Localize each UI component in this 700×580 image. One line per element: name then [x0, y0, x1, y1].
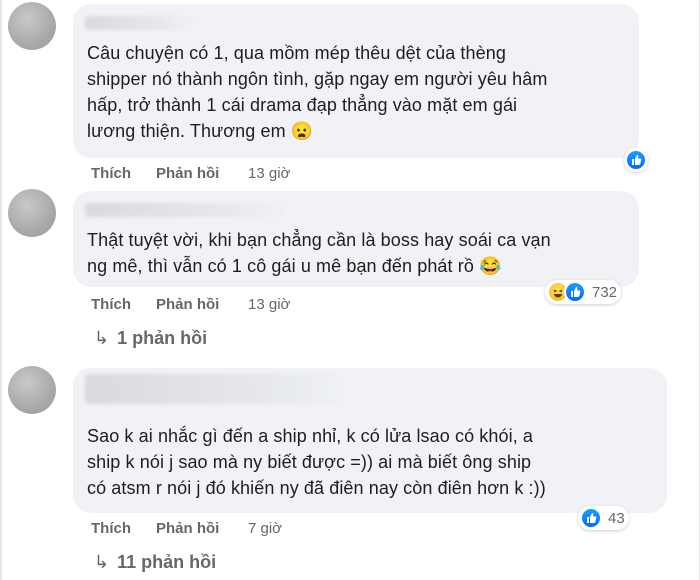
- comment-bubble: Thật tuyệt vời, khi bạn chẳng cần là bos…: [73, 191, 639, 287]
- comment-line: ship k nói j sao mà ny biết được =)) ai …: [87, 452, 532, 472]
- reaction-summary[interactable]: [624, 148, 648, 172]
- author-name-blurred[interactable]: [85, 374, 345, 404]
- timestamp[interactable]: 7 giờ: [248, 520, 282, 537]
- like-link[interactable]: Thích: [91, 296, 131, 313]
- like-reaction-icon: [564, 281, 586, 303]
- view-replies-button[interactable]: ↳ 1 phản hồi: [94, 328, 207, 349]
- timestamp[interactable]: 13 giờ: [248, 296, 290, 313]
- reply-arrow-icon: ↳: [94, 552, 110, 572]
- avatar[interactable]: [8, 2, 56, 50]
- reply-link[interactable]: Phản hồi: [156, 165, 219, 182]
- comment-line: Sao k ai nhắc gì đến a ship nhỉ, k có lử…: [87, 426, 534, 446]
- reply-arrow-icon: ↳: [94, 328, 110, 348]
- like-reaction-icon: [625, 149, 647, 171]
- comment-line: Thật tuyệt vời, khi bạn chẳng cần là bos…: [87, 230, 551, 250]
- left-border: [0, 0, 2, 580]
- like-link[interactable]: Thích: [91, 165, 131, 182]
- comment-line: hấp, trở thành 1 cái drama đạp thẳng vào…: [87, 95, 518, 115]
- reply-link[interactable]: Phản hồi: [156, 296, 219, 313]
- author-name-blurred[interactable]: [85, 203, 285, 217]
- comment-text: Câu chuyện có 1, qua mồm mép thêu dệt củ…: [87, 40, 625, 144]
- comment-bubble: Sao k ai nhắc gì đến a ship nhỉ, k có lử…: [73, 368, 667, 513]
- reaction-count: 43: [608, 509, 625, 527]
- like-link[interactable]: Thích: [91, 520, 131, 537]
- comment-text: Sao k ai nhắc gì đến a ship nhỉ, k có lử…: [87, 423, 653, 501]
- like-reaction-icon: [580, 507, 602, 529]
- comment-line: lương thiện. Thương em 😦: [87, 121, 314, 141]
- avatar[interactable]: [8, 366, 56, 414]
- replies-count-label: 1 phản hồi: [117, 328, 208, 348]
- view-replies-button[interactable]: ↳ 11 phản hồi: [94, 552, 216, 573]
- reaction-summary[interactable]: 43: [578, 506, 629, 530]
- reply-link[interactable]: Phản hồi: [156, 520, 219, 537]
- reaction-count: 732: [592, 283, 618, 301]
- timestamp[interactable]: 13 giờ: [248, 165, 290, 182]
- comment-line: Câu chuyện có 1, qua mồm mép thêu dệt củ…: [87, 43, 506, 63]
- comment-line: có atsm r nói j đó khiến ny đã điên nay …: [87, 478, 546, 498]
- avatar[interactable]: [8, 189, 56, 237]
- comment-bubble: Câu chuyện có 1, qua mồm mép thêu dệt củ…: [73, 4, 648, 172]
- comment-line: ng mê, thì vẫn có 1 cô gái u mê bạn đến …: [87, 256, 502, 276]
- reaction-summary[interactable]: 732: [545, 280, 622, 304]
- comment-text: Thật tuyệt vời, khi bạn chẳng cần là bos…: [87, 227, 625, 279]
- author-name-blurred[interactable]: [85, 16, 195, 30]
- replies-count-label: 11 phản hồi: [117, 552, 217, 572]
- comment-line: shipper nó thành ngôn tình, gặp ngay em …: [87, 69, 548, 89]
